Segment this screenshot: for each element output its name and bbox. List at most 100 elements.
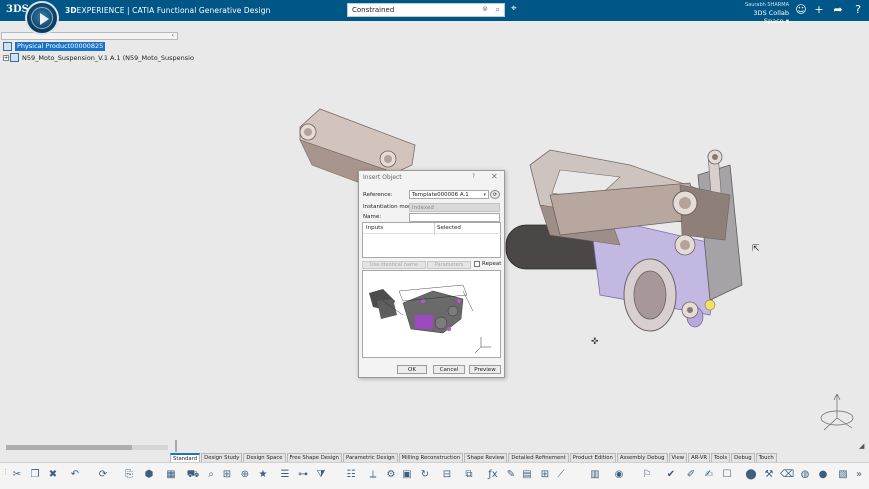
more-icon[interactable]: » [852, 468, 866, 482]
ok-button[interactable]: OK [397, 365, 427, 374]
collab-space-selector[interactable]: 3DS Collab Space ▾ [734, 9, 789, 25]
expand-icon[interactable]: + [3, 54, 9, 61]
undo-icon[interactable]: ↶ [68, 468, 82, 482]
formula-icon[interactable]: ƒx [486, 468, 500, 482]
tab-view[interactable]: View [668, 453, 688, 462]
material-icon[interactable]: ⬤ [744, 468, 758, 482]
tree-child-node[interactable]: + N59_Moto_Suspension_V.1 A.1 (N59_Moto_… [3, 53, 194, 62]
user-icon[interactable]: ☺ [794, 3, 808, 17]
tab-detailed-refinement[interactable]: Detailed Refinement [508, 453, 569, 462]
tag-icon[interactable]: ⌖ [511, 3, 517, 14]
tab-free-shape-design[interactable]: Free Shape Design [286, 453, 342, 462]
name-label: Name: [363, 214, 382, 220]
delete-icon[interactable]: ✖ [46, 468, 60, 482]
repeat-checkbox[interactable]: Repeat [474, 261, 501, 267]
report-icon[interactable]: ▥ [588, 468, 602, 482]
star-icon[interactable]: ★ [256, 468, 270, 482]
tab-milling-reconstruction[interactable]: Milling Reconstruction [398, 453, 464, 462]
eraser-icon[interactable]: ⌫ [780, 468, 794, 482]
help-icon[interactable]: ? [851, 3, 865, 17]
tab-touch[interactable]: Touch [755, 453, 777, 462]
render-icon[interactable]: ◍ [798, 468, 812, 482]
list-icon[interactable]: ☰ [278, 468, 292, 482]
sphere-icon[interactable]: ● [816, 468, 830, 482]
preview-image [369, 284, 491, 354]
box-icon[interactable]: ☐ [720, 468, 734, 482]
paint-icon[interactable]: ✍ [702, 468, 716, 482]
catalog-icon[interactable]: ☷ [344, 468, 358, 482]
check-icon[interactable]: ✔ [664, 468, 678, 482]
grip-icon[interactable]: ⋮ [2, 468, 9, 476]
help-icon[interactable]: ? [472, 173, 475, 180]
insert-icon[interactable]: ⎘ [122, 468, 136, 482]
tab-design-space[interactable]: Design Space [243, 453, 286, 462]
tree-icon[interactable]: ⊶ [296, 468, 310, 482]
insert-object-dialog: Insert Object ? ✕ Reference: Template000… [358, 170, 505, 378]
table-icon[interactable]: ▦ [164, 468, 178, 482]
car-icon[interactable]: ⛟ [186, 468, 200, 482]
expert-icon[interactable]: ⚐ [640, 468, 654, 482]
cut-icon[interactable]: ✂ [10, 468, 24, 482]
design-table-icon[interactable]: ⊞ [538, 468, 552, 482]
main-assembly-part[interactable] [505, 149, 743, 332]
cancel-button[interactable]: Cancel [433, 365, 465, 374]
inputs-header: Inputs [366, 225, 384, 231]
tab-assembly-debug[interactable]: Assembly Debug [616, 453, 668, 462]
action-bar: ⋮ ✂ ❐ ✖ ↶ ⟳ ⎘ ⬢ ▦ ⛟ ⌕ ⊞ ⊕ ★ ☰ ⊶ ⧩ ☷ ⟂ ⚙ … [0, 462, 869, 489]
compass-axes-icon[interactable] [812, 388, 862, 438]
tab-tools[interactable]: Tools [711, 453, 731, 462]
tree-root-node[interactable]: Physical Product00000825 [3, 42, 106, 51]
filter-icon[interactable]: ⧩ [314, 468, 328, 482]
part-icon[interactable]: ⬢ [142, 468, 156, 482]
pen-icon[interactable]: ✐ [684, 468, 698, 482]
resize-corner-icon[interactable]: ◢ [859, 442, 864, 450]
use-identical-name-button[interactable]: Use identical name [362, 261, 426, 269]
horizontal-scrollbar[interactable] [6, 445, 168, 450]
object-icon[interactable]: ⧉ [462, 468, 476, 482]
refresh-icon[interactable]: ↻ [418, 468, 432, 482]
measure-icon[interactable]: ✎ [504, 468, 518, 482]
plus-icon[interactable]: + [812, 3, 826, 17]
axis-icon[interactable]: ⟂ [366, 468, 380, 482]
update-icon[interactable]: ⟳ [96, 468, 110, 482]
tab-standard[interactable]: Standard [170, 453, 201, 462]
name-input[interactable] [409, 213, 500, 222]
scrollbar-thumb[interactable] [6, 445, 132, 450]
collapse-tree-icon[interactable]: ‹ [172, 32, 174, 39]
tab-design-study[interactable]: Design Study [201, 453, 243, 462]
copy-icon[interactable]: ❐ [28, 468, 42, 482]
reference-browse-button[interactable]: ⟳ [490, 190, 500, 199]
template-icon[interactable]: ▣ [400, 468, 414, 482]
grid-icon[interactable]: ⊞ [220, 468, 234, 482]
search-input[interactable]: Constrained ⊗ ⌕ [347, 3, 505, 17]
close-icon[interactable]: ✕ [491, 172, 498, 181]
tab-parametric-design[interactable]: Parametric Design [342, 453, 398, 462]
parameters-button[interactable]: Parameters [427, 261, 471, 269]
inputs-table[interactable]: Inputs Selected [362, 222, 502, 258]
clear-search-icon[interactable]: ⊗ [482, 5, 488, 13]
tab-debug[interactable]: Debug [731, 453, 755, 462]
app-title: 3DEXPERIENCE | CATIA Functional Generati… [65, 6, 271, 15]
share-icon[interactable]: ➦ [831, 3, 845, 17]
user-info[interactable]: Saurabh SHARMA 3DS Collab Space ▾ [734, 2, 789, 25]
template-preview [362, 270, 501, 358]
tab-shape-review[interactable]: Shape Review [464, 453, 508, 462]
law-icon[interactable]: ⟋ [554, 468, 568, 482]
knowledge-icon[interactable]: ⚙ [384, 468, 398, 482]
preview-button[interactable]: Preview [469, 365, 501, 374]
view-icon[interactable]: ◉ [612, 468, 626, 482]
brush-icon[interactable]: ⚒ [762, 468, 776, 482]
scene-icon[interactable]: ▧ [836, 468, 850, 482]
tab-ar-vr[interactable]: AR-VR [688, 453, 711, 462]
compass-icon[interactable] [25, 1, 59, 35]
search-icon[interactable]: ⌕ [496, 5, 500, 15]
reference-select[interactable]: Template000006 A.1 ▾ [409, 190, 489, 199]
product-icon [10, 53, 19, 62]
spreadsheet-icon[interactable]: ▤ [520, 468, 534, 482]
hierarchy-icon[interactable]: ⊟ [440, 468, 454, 482]
tab-product-edition[interactable]: Product Edition [569, 453, 616, 462]
globe-icon[interactable]: ⊕ [238, 468, 252, 482]
search-icon[interactable]: ⌕ [204, 468, 218, 482]
split-handle[interactable] [175, 440, 177, 452]
tree-root-label: Physical Product00000825 [15, 42, 106, 51]
